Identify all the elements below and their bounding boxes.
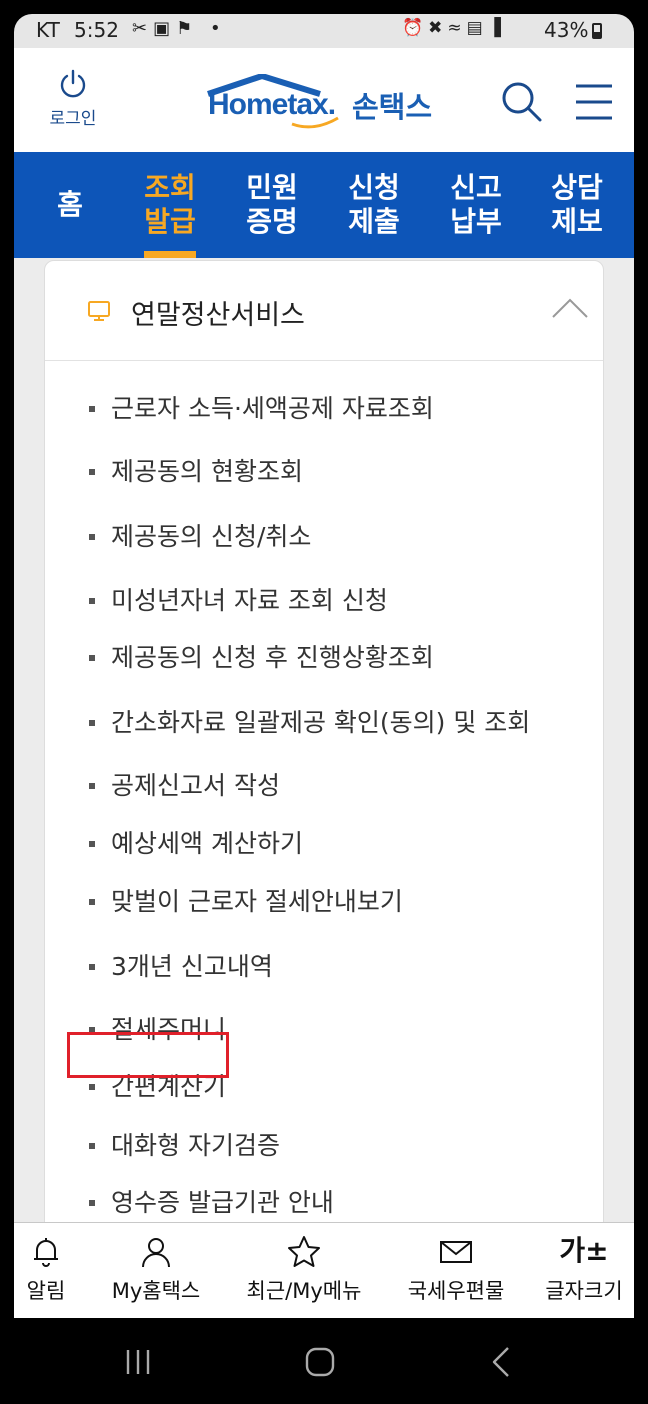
battery-icon: [592, 23, 602, 39]
tab-label: 알림: [26, 1279, 66, 1303]
hamburger-menu-icon[interactable]: [572, 80, 616, 124]
back-icon[interactable]: [480, 1340, 524, 1384]
list-item-label: 공제신고서 작성: [111, 771, 280, 800]
tab-font-size[interactable]: 가± 글자크기: [536, 1223, 632, 1318]
app-header: 로그인 Hometax. 손택스: [14, 48, 634, 152]
list-item-label: 제공동의 신청/취소: [111, 522, 312, 551]
tab-label: 국세우편물: [407, 1279, 505, 1303]
nav-report-payment[interactable]: 신고 납부: [436, 152, 516, 258]
list-item[interactable]: 간소화자료 일괄제공 확인(동의) 및 조회: [75, 701, 530, 745]
tab-recent-my-menu[interactable]: 최근/My메뉴: [236, 1223, 372, 1318]
list-item-label: 제공동의 신청 후 진행상황조회: [111, 643, 434, 672]
tab-label: 최근/My메뉴: [246, 1279, 362, 1303]
login-label: 로그인: [49, 109, 97, 129]
monitor-icon: [88, 301, 110, 321]
power-icon: [60, 69, 86, 98]
list-item[interactable]: 미성년자녀 자료 조회 신청: [75, 579, 388, 623]
notification-icons: ✂▣⚑ •: [132, 18, 227, 39]
card-title: 연말정산서비스: [131, 300, 305, 331]
bell-icon: [34, 1238, 58, 1267]
bullet: [89, 469, 95, 475]
app-page: 로그인 Hometax. 손택스 홈 조회 발급 민원 증명 신청 제출 신고 …: [14, 48, 634, 1318]
list-item-label: 맞벌이 근로자 절세안내보기: [111, 887, 403, 916]
list-item[interactable]: 제공동의 신청/취소: [75, 515, 311, 559]
clock: 5:52: [74, 18, 119, 42]
logo-korean: 손택스: [352, 90, 433, 124]
hometax-logo[interactable]: Hometax. 손택스: [202, 74, 452, 134]
list-item-label: 예상세액 계산하기: [111, 829, 303, 858]
tab-label: My홈택스: [111, 1279, 201, 1303]
person-icon: [142, 1238, 170, 1268]
main-nav: 홈 조회 발급 민원 증명 신청 제출 신고 납부 상담 제보: [14, 152, 634, 258]
nav-inquiry-issuance[interactable]: 조회 발급: [130, 152, 210, 258]
list-item[interactable]: 제공동의 현황조회: [75, 450, 303, 494]
list-item[interactable]: 대화형 자기검증: [75, 1124, 280, 1168]
year-end-settlement-card: 연말정산서비스 근로자 소득·세액공제 자료조회 제공동의 현황조회 제공동의 …: [44, 260, 604, 1318]
home-icon[interactable]: [298, 1340, 342, 1384]
bullet: [89, 783, 95, 789]
list-item[interactable]: 3개년 신고내역: [75, 945, 273, 989]
nav-consult-report[interactable]: 상담 제보: [536, 152, 618, 258]
tab-label: 글자크기: [545, 1279, 623, 1303]
font-size-icon: 가±: [559, 1234, 609, 1267]
tab-tax-mail[interactable]: 국세우편물: [394, 1223, 518, 1318]
status-bar: KT 5:52 ✂▣⚑ • ⏰✖≈▤▐ 43%: [0, 0, 648, 48]
carrier-label: KT: [36, 18, 60, 42]
system-status-icons: ⏰✖≈▤▐: [402, 18, 506, 38]
list-item[interactable]: 영수증 발급기관 안내: [75, 1181, 334, 1225]
list-item[interactable]: 맞벌이 근로자 절세안내보기: [75, 880, 403, 924]
list-item[interactable]: 제공동의 신청 후 진행상황조회: [75, 636, 434, 680]
nav-home[interactable]: 홈: [32, 152, 108, 258]
system-navigation-bar: [0, 1318, 648, 1404]
bullet: [89, 964, 95, 970]
recent-apps-icon[interactable]: [116, 1340, 160, 1384]
list-item-label: 3개년 신고내역: [111, 952, 273, 981]
bullet: [89, 899, 95, 905]
chevron-up-icon[interactable]: [551, 297, 589, 319]
bullet: [89, 406, 95, 412]
status-bar-background: KT 5:52 ✂▣⚑ • ⏰✖≈▤▐ 43%: [14, 14, 634, 48]
bullet: [89, 655, 95, 661]
battery-percent: 43%: [544, 18, 589, 42]
list-item-label: 미성년자녀 자료 조회 신청: [111, 586, 388, 615]
list-item-label: 영수증 발급기관 안내: [111, 1188, 334, 1217]
mail-icon: [440, 1241, 472, 1263]
nav-civil-certificate[interactable]: 민원 증명: [232, 152, 312, 258]
logo-text: Hometax.: [208, 88, 336, 121]
login-button[interactable]: 로그인: [38, 68, 108, 129]
nav-active-indicator: [144, 251, 196, 258]
bullet: [89, 720, 95, 726]
bullet: [89, 1084, 95, 1090]
bullet: [89, 534, 95, 540]
search-icon[interactable]: [500, 80, 544, 124]
tab-my-hometax[interactable]: My홈택스: [98, 1223, 214, 1318]
star-icon: [288, 1236, 320, 1267]
bullet: [89, 598, 95, 604]
list-item-label: 근로자 소득·세액공제 자료조회: [111, 394, 434, 423]
list-item[interactable]: 예상세액 계산하기: [75, 822, 303, 866]
list-item-label: 간소화자료 일괄제공 확인(동의) 및 조회: [111, 708, 531, 737]
list-item[interactable]: 근로자 소득·세액공제 자료조회: [75, 387, 434, 431]
highlight-annotation-box: [67, 1032, 229, 1078]
bottom-tab-bar: 알림 My홈택스 최근/My메뉴 국세우편물 가± 글자크기: [14, 1222, 634, 1318]
list-item-label: 제공동의 현황조회: [111, 457, 303, 486]
nav-application-submit[interactable]: 신청 제출: [334, 152, 414, 258]
list-item[interactable]: 공제신고서 작성: [75, 764, 280, 808]
bullet: [89, 841, 95, 847]
bullet: [89, 1143, 95, 1149]
card-header[interactable]: 연말정산서비스: [45, 261, 603, 361]
list-item-label: 대화형 자기검증: [111, 1131, 280, 1160]
tab-notifications[interactable]: 알림: [14, 1223, 78, 1318]
bullet: [89, 1200, 95, 1206]
